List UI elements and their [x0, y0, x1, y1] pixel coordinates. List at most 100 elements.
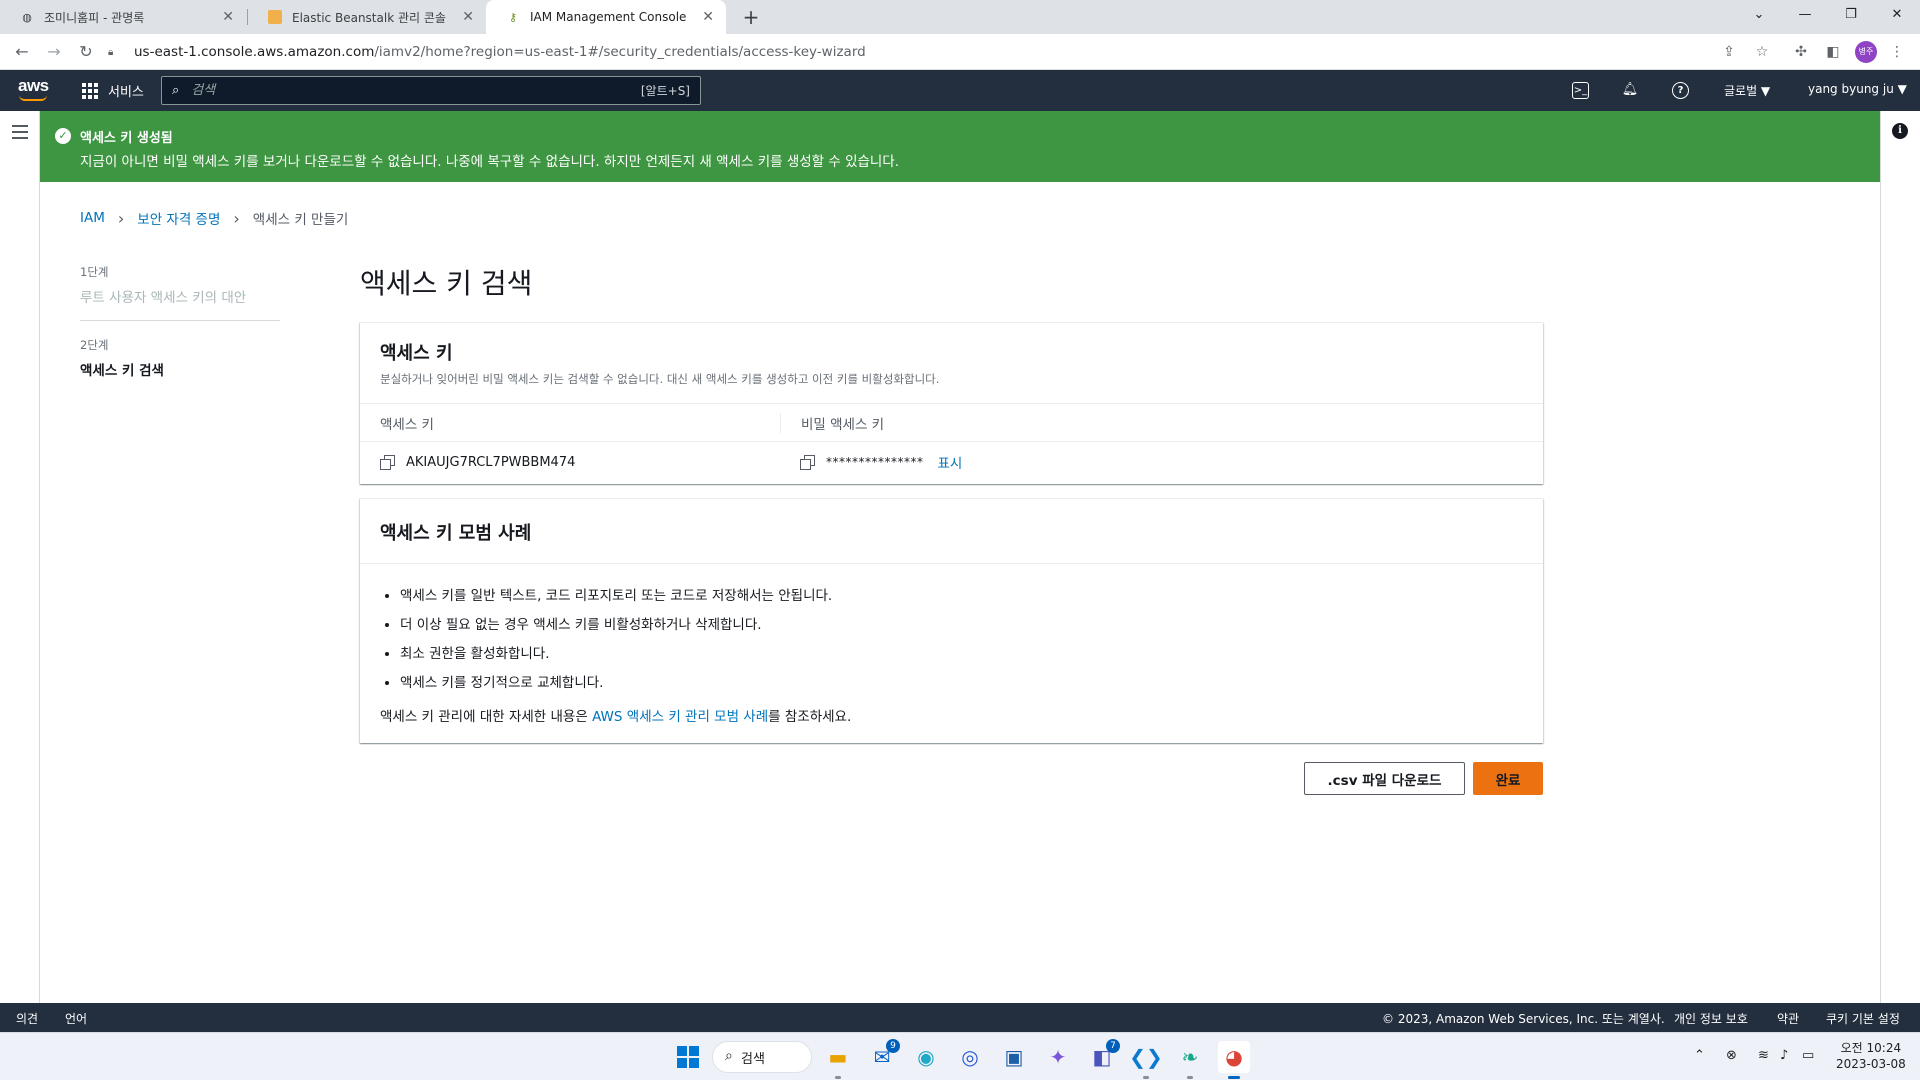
step-2-name: 액세스 키 검색	[80, 363, 164, 379]
url-text: us-east-1.console.aws.amazon.com/iamv2/h…	[134, 44, 866, 60]
region-selector[interactable]: 글로벌 ▼	[1724, 82, 1770, 99]
side-panel-icon[interactable]: ◧	[1822, 42, 1844, 64]
menu-hamburger-icon[interactable]	[12, 125, 28, 143]
volume-icon[interactable]: ♪	[1780, 1048, 1788, 1063]
vscode-icon[interactable]: ❮❯	[1129, 1041, 1163, 1079]
extensions-puzzle-icon[interactable]: ✣	[1790, 42, 1812, 64]
tab-label: Elastic Beanstalk 관리 콘솔	[292, 10, 446, 25]
more-prefix: 액세스 키 관리에 대한 자세한 내용은	[380, 709, 593, 725]
app-c-icon[interactable]: ◎	[954, 1041, 986, 1073]
bookmark-star-icon[interactable]: ☆	[1751, 42, 1773, 64]
search-input[interactable]	[191, 83, 641, 98]
close-icon[interactable]: ✕	[462, 9, 474, 25]
best-practices-link[interactable]: AWS 액세스 키 관리 모범 사례	[592, 709, 768, 725]
mail-icon[interactable]: ✉ 9	[866, 1039, 900, 1073]
breadcrumb: IAM › 보안 자격 증명 › 액세스 키 만들기	[80, 208, 349, 229]
tray-chevron-up-icon[interactable]: ⌃	[1694, 1048, 1705, 1063]
secret-key-masked: ***************	[826, 455, 924, 469]
page-title: 액세스 키 검색	[360, 267, 533, 300]
copilot-icon[interactable]: ✦	[1042, 1041, 1074, 1073]
breadcrumb-current: 액세스 키 만들기	[252, 212, 349, 228]
copy-icon[interactable]	[800, 455, 815, 470]
close-icon[interactable]: ✕	[702, 9, 714, 25]
cookies-link[interactable]: 쿠키 기본 설정	[1826, 1010, 1900, 1027]
best-practices-card: 액세스 키 모범 사례 액세스 키를 일반 텍스트, 코드 리포지토리 또는 코…	[360, 498, 1543, 743]
card-title: 액세스 키	[380, 343, 453, 364]
aws-search-box[interactable]: ⌕ [알트+S]	[161, 76, 701, 105]
store-icon[interactable]: ▣	[998, 1041, 1030, 1073]
windows-taskbar: ⌕ 검색 ▬ ✉ 9 ◉ ◎ ▣ ✦ ◧ 7 ❮❯ ❧ ◕ ⌃ ⊗ ≋ ♪ ▭ 오전…	[0, 1032, 1920, 1080]
aws-logo[interactable]: aws	[18, 76, 49, 101]
url-host: us-east-1.console.aws.amazon.com	[134, 44, 375, 60]
file-explorer-icon[interactable]: ▬	[822, 1041, 854, 1079]
list-item: 액세스 키를 정기적으로 교체합니다.	[400, 671, 1523, 691]
browser-toolbar: ← → ↻ 🔒︎ us-east-1.console.aws.amazon.co…	[0, 34, 1920, 70]
terms-link[interactable]: 약관	[1777, 1010, 1799, 1027]
forward-arrow-icon[interactable]: →	[42, 40, 66, 64]
edge-icon[interactable]: ◉	[910, 1041, 942, 1073]
close-icon[interactable]: ✕	[222, 9, 234, 25]
lock-icon: 🔒︎	[108, 46, 114, 58]
browser-tab[interactable]: ◍ 조미니홈피 - 관명록 ✕	[0, 0, 246, 34]
tab-label: IAM Management Console	[530, 10, 687, 24]
profile-avatar[interactable]: 병주	[1855, 41, 1877, 63]
flash-title: 액세스 키 생성됨	[80, 131, 173, 146]
secret-key-cell: *************** 표시	[780, 452, 1543, 472]
language-link[interactable]: 언어	[65, 1010, 87, 1027]
copyright-text: © 2023, Amazon Web Services, Inc. 또는 계열사…	[1382, 1012, 1665, 1026]
breadcrumb-security-credentials[interactable]: 보안 자격 증명	[137, 208, 220, 228]
step-1-label: 1단계	[80, 265, 109, 279]
done-button[interactable]: 완료	[1473, 762, 1543, 795]
new-tab-button[interactable]: +	[738, 4, 764, 30]
aws-footer: 의견 언어 © 2023, Amazon Web Services, Inc. …	[0, 1003, 1920, 1032]
card-body: 액세스 키를 일반 텍스트, 코드 리포지토리 또는 코드로 저장해서는 안됩니…	[360, 564, 1543, 749]
spring-tool-icon[interactable]: ❧	[1174, 1041, 1206, 1079]
breadcrumb-iam[interactable]: IAM	[80, 210, 105, 226]
windows-start-icon[interactable]	[672, 1041, 704, 1073]
info-icon[interactable]: i	[1892, 123, 1908, 139]
taskbar-clock[interactable]: 오전 10:24 2023-03-08	[1836, 1040, 1906, 1072]
list-item: 더 이상 필요 없는 경우 액세스 키를 비활성화하거나 삭제합니다.	[400, 613, 1523, 633]
back-arrow-icon[interactable]: ←	[10, 40, 34, 64]
privacy-link[interactable]: 개인 정보 보호	[1674, 1010, 1748, 1027]
feedback-link[interactable]: 의견	[16, 1010, 38, 1027]
cloudshell-icon[interactable]: >_	[1572, 82, 1589, 99]
teams-badge: 7	[1106, 1039, 1120, 1053]
teams-icon[interactable]: ◧ 7	[1086, 1039, 1120, 1073]
card-description: 분실하거나 잊어버린 비밀 액세스 키는 검색할 수 없습니다. 대신 새 액세…	[380, 372, 940, 386]
wifi-icon[interactable]: ≋	[1758, 1048, 1769, 1063]
battery-icon[interactable]: ▭	[1802, 1048, 1814, 1063]
grid-icon	[82, 82, 98, 99]
reload-icon[interactable]: ↻	[74, 40, 98, 64]
mail-badge: 9	[886, 1039, 900, 1053]
search-icon: ⌕	[725, 1048, 733, 1064]
step-divider	[80, 320, 280, 321]
window-close-button[interactable]: ✕	[1874, 0, 1920, 30]
download-csv-button[interactable]: .csv 파일 다운로드	[1304, 762, 1465, 795]
chrome-menu-icon[interactable]: ⋮	[1886, 42, 1908, 64]
restore-button[interactable]: ❐	[1828, 0, 1874, 30]
share-icon[interactable]: ⇪	[1718, 42, 1740, 64]
search-shortcut: [알트+S]	[640, 84, 690, 98]
notifications-bell-icon[interactable]: 🔔︎	[1620, 81, 1640, 101]
address-bar[interactable]: 🔒︎ us-east-1.console.aws.amazon.com/iamv…	[108, 38, 1788, 66]
show-secret-link[interactable]: 표시	[938, 452, 963, 472]
services-menu[interactable]: 서비스	[82, 81, 144, 100]
services-label: 서비스	[108, 85, 144, 100]
copy-icon[interactable]	[380, 455, 395, 470]
browser-tab-active[interactable]: ⚷ IAM Management Console ✕	[486, 0, 726, 34]
tray-app-x-icon[interactable]: ⊗	[1726, 1048, 1737, 1063]
help-icon[interactable]: ?	[1672, 82, 1689, 99]
search-icon: ⌕	[172, 83, 180, 98]
chevron-right-icon: ›	[117, 208, 125, 228]
tab-search-chevron-icon[interactable]: ⌄	[1736, 0, 1782, 30]
card-header: 액세스 키 모범 사례	[360, 499, 1543, 564]
step-1-name: 루트 사용자 액세스 키의 대안	[80, 290, 247, 306]
chrome-icon[interactable]: ◕	[1218, 1041, 1250, 1079]
aws-box-icon	[268, 10, 282, 24]
minimize-button[interactable]: —	[1782, 0, 1828, 30]
browser-tab[interactable]: Elastic Beanstalk 관리 콘솔 ✕	[248, 0, 486, 34]
account-menu[interactable]: yang byung ju ▼	[1808, 82, 1907, 96]
taskbar-search[interactable]: ⌕ 검색	[712, 1041, 812, 1073]
key-table-row: AKIAUJG7RCL7PWBBM474 *************** 표시	[360, 442, 1543, 482]
